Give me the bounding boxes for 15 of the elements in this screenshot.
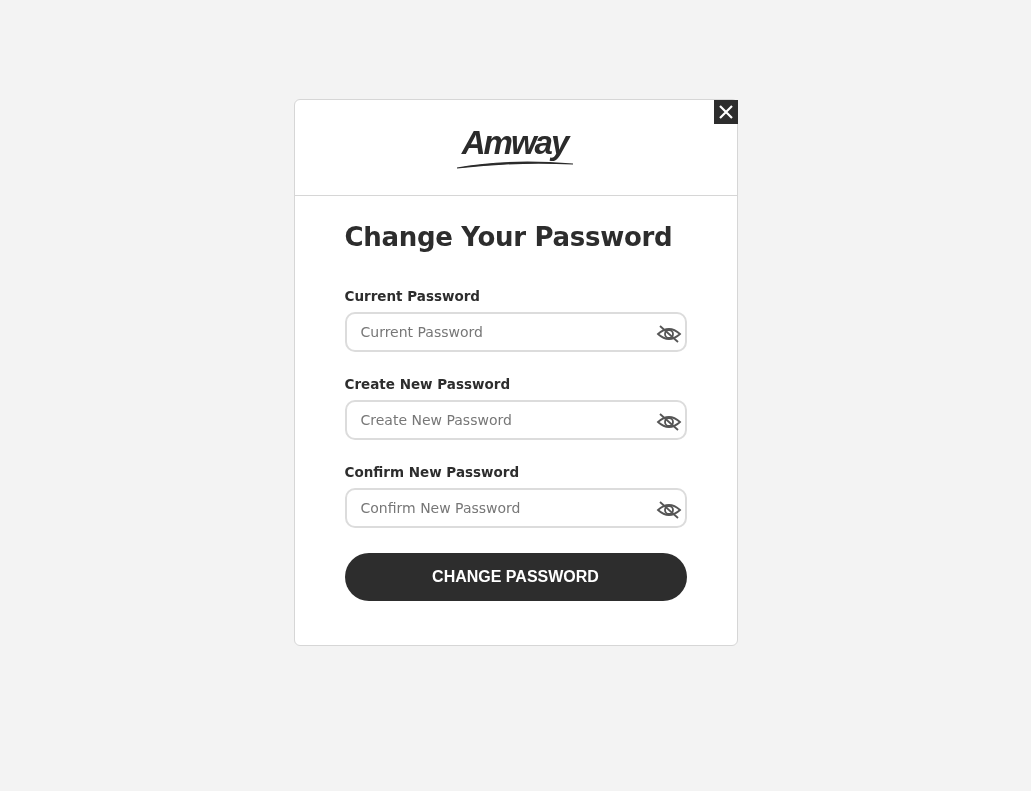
password-field[interactable]: Confirm New Password	[344, 488, 687, 528]
eye-slash-icon[interactable]	[655, 324, 682, 344]
close-icon	[718, 105, 733, 119]
eye-slash-icon[interactable]	[655, 412, 682, 432]
field-label: Current Password	[344, 288, 482, 304]
field-label: Create New Password	[344, 376, 512, 392]
password-field[interactable]: Create New Password	[344, 400, 687, 440]
logo: Amway	[461, 126, 568, 159]
change-password-button[interactable]: CHANGE PASSWORD	[344, 553, 687, 601]
field-label: Confirm New Password	[344, 464, 521, 480]
dialog-title: Change Your Password	[344, 222, 674, 252]
close-button[interactable]	[713, 100, 738, 124]
eye-slash-icon[interactable]	[655, 500, 682, 520]
password-field[interactable]: Current Password	[344, 312, 687, 352]
swoosh-icon	[455, 159, 574, 169]
